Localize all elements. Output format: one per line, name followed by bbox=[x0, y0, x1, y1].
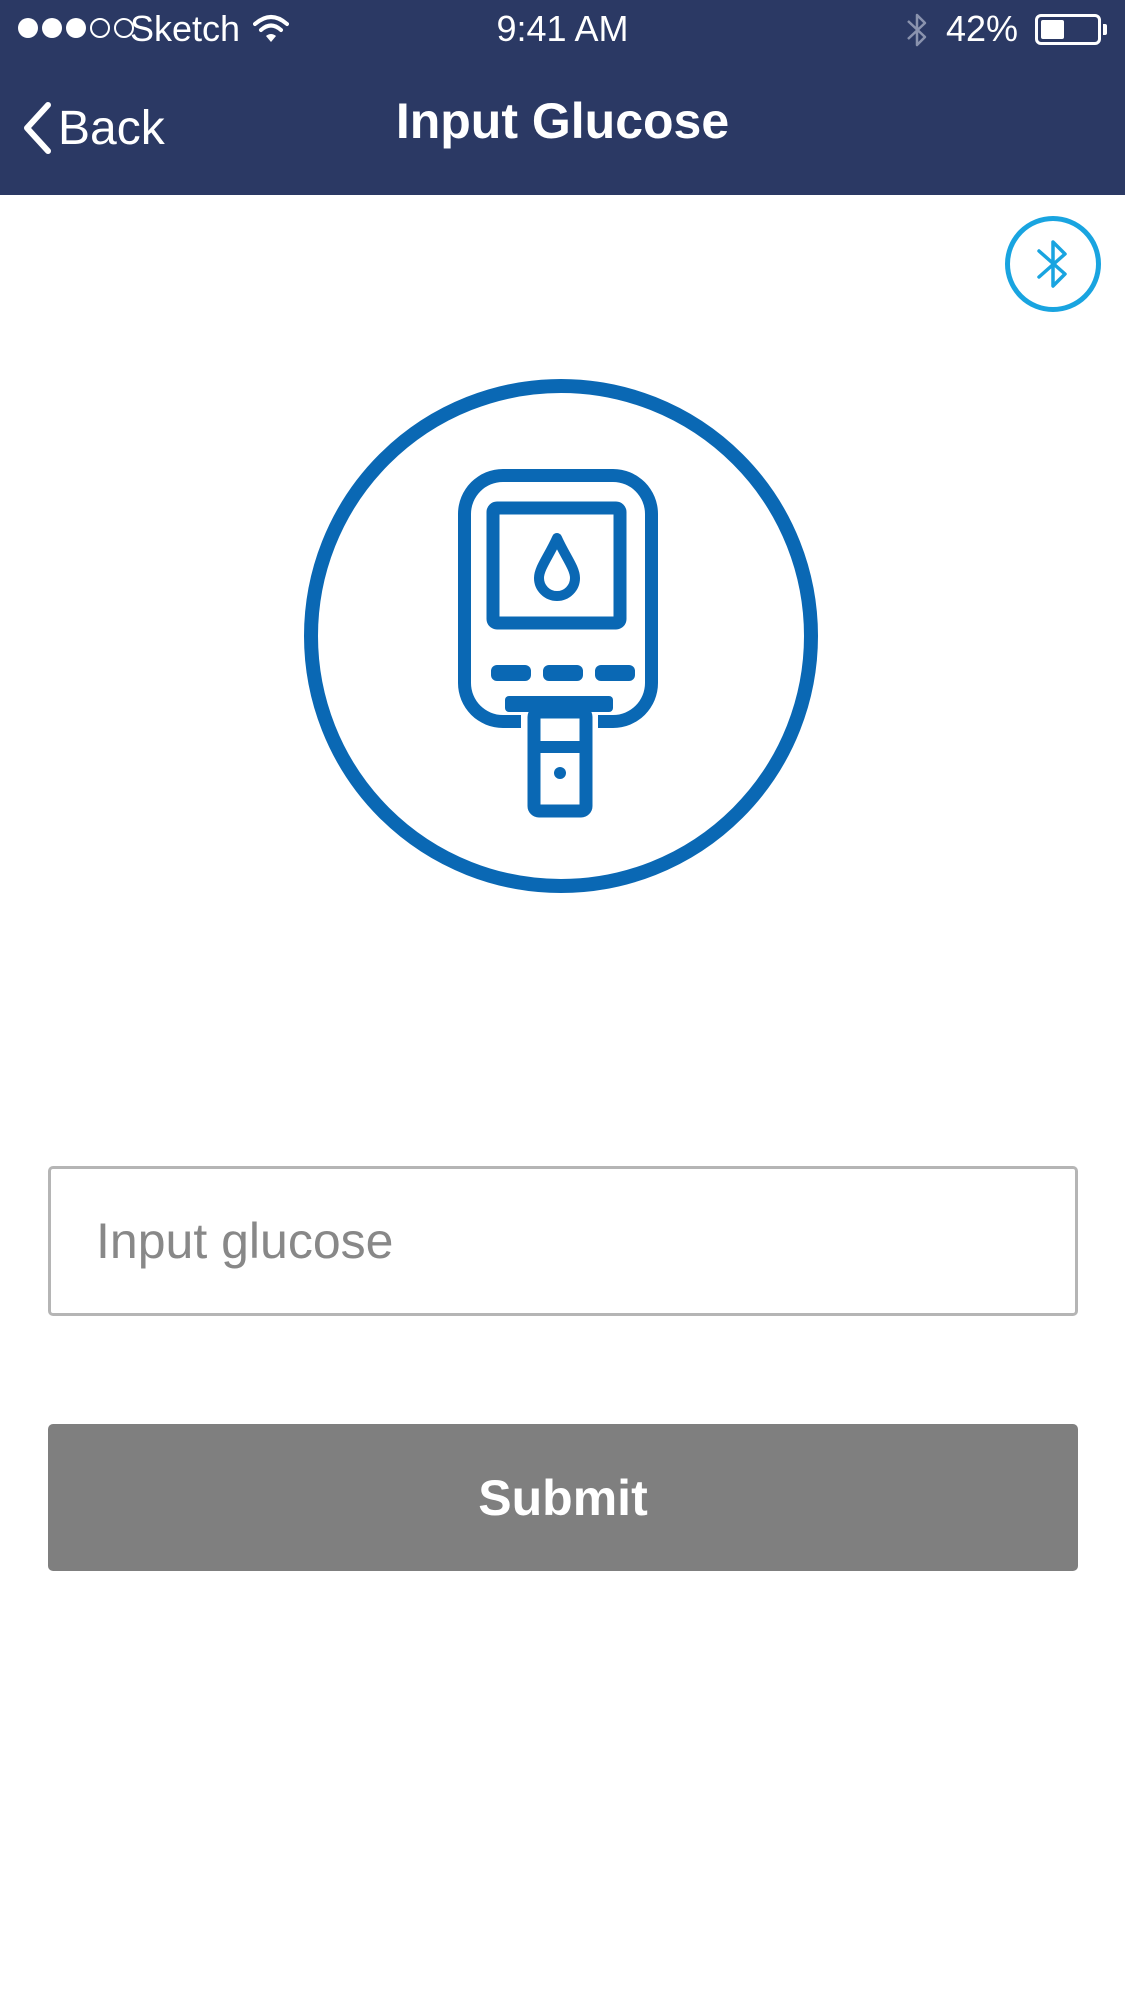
page-title: Input Glucose bbox=[395, 93, 730, 149]
glucose-meter-icon bbox=[304, 379, 818, 893]
battery-percent: 42% bbox=[946, 8, 1019, 49]
battery-nub bbox=[1103, 24, 1107, 35]
navigation-bar: Back Input Glucose bbox=[0, 60, 1125, 195]
status-bar: Sketch 9:41 AM 42% bbox=[0, 0, 1125, 60]
input-glucose-screen: Sketch 9:41 AM 42% Back Input Glucose In… bbox=[0, 0, 1125, 2001]
bluetooth-button[interactable] bbox=[1005, 216, 1101, 312]
submit-button[interactable]: Submit bbox=[48, 1424, 1078, 1571]
battery-icon bbox=[1035, 14, 1101, 45]
top-bar: Sketch 9:41 AM 42% Back Input Glucose bbox=[0, 0, 1125, 195]
bluetooth-icon bbox=[1037, 240, 1067, 288]
battery-fill bbox=[1041, 20, 1064, 39]
glucose-input[interactable] bbox=[48, 1166, 1078, 1316]
bluetooth-status-icon bbox=[907, 13, 927, 47]
